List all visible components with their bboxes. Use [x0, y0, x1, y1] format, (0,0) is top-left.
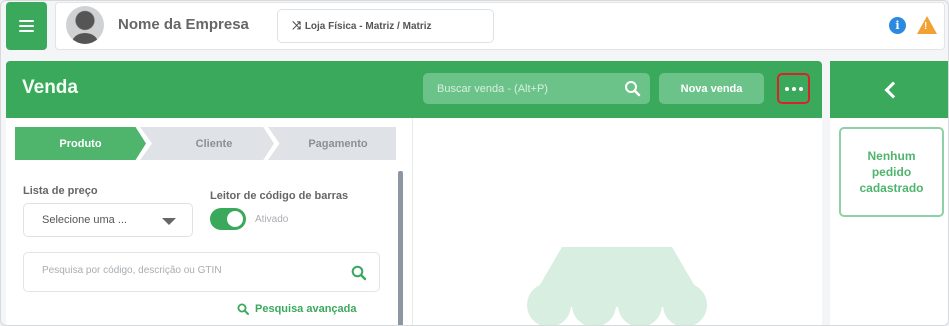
sale-panel-header: Venda Nova venda	[6, 61, 822, 118]
menu-button[interactable]	[6, 2, 47, 50]
price-list-label: Lista de preço	[23, 185, 98, 197]
step-pagamento[interactable]: Pagamento	[268, 127, 396, 160]
search-icon	[237, 303, 249, 315]
company-name: Nome da Empresa	[118, 16, 249, 33]
store-selector[interactable]: ⤨ Loja Física - Matriz / Matriz	[277, 9, 494, 43]
form-scrollbar[interactable]	[398, 171, 403, 325]
caret-down-icon	[162, 218, 176, 225]
sale-search	[423, 73, 650, 104]
sale-search-input[interactable]	[437, 82, 627, 95]
sale-panel: Venda Nova venda Produto Cliente Pagamen…	[6, 61, 822, 325]
product-search	[23, 252, 380, 292]
search-icon[interactable]	[351, 265, 367, 281]
orders-side-panel: Nenhum pedido cadastrado	[830, 61, 948, 325]
new-sale-button[interactable]: Nova venda	[659, 73, 764, 104]
empty-orders-message: Nenhum pedido cadastrado	[839, 127, 944, 217]
advanced-search-label: Pesquisa avançada	[255, 303, 357, 315]
hamburger-icon	[19, 20, 34, 32]
side-panel-toggle[interactable]	[830, 61, 948, 118]
sale-steps: Produto Cliente Pagamento	[15, 127, 396, 160]
barcode-reader-label: Leitor de código de barras	[210, 190, 349, 202]
store-label: Loja Física - Matriz / Matriz	[304, 20, 432, 32]
app-frame: Nome da Empresa ⤨ Loja Física - Matriz /…	[0, 0, 949, 326]
company-avatar[interactable]	[66, 6, 104, 44]
barcode-reader-toggle[interactable]	[210, 208, 246, 230]
product-search-input[interactable]	[42, 265, 342, 276]
chevron-left-icon	[884, 81, 902, 98]
advanced-search-link[interactable]: Pesquisa avançada	[237, 303, 357, 315]
company-header: Nome da Empresa ⤨ Loja Física - Matriz /…	[55, 2, 945, 50]
info-icon[interactable]: i	[889, 17, 906, 34]
warning-icon[interactable]: !	[917, 16, 937, 34]
barcode-toggle-state: Ativado	[255, 214, 289, 225]
price-list-select[interactable]: Selecione uma ...	[23, 203, 193, 237]
price-list-value: Selecione uma ...	[42, 214, 127, 226]
store-awning-icon	[527, 247, 707, 325]
shuffle-icon: ⤨	[292, 19, 301, 32]
step-produto[interactable]: Produto	[15, 127, 146, 160]
more-options-button[interactable]	[777, 73, 810, 104]
page-title: Venda	[22, 77, 78, 98]
more-dots-icon	[784, 86, 789, 91]
step-cliente[interactable]: Cliente	[140, 127, 274, 160]
search-icon[interactable]	[624, 80, 641, 97]
